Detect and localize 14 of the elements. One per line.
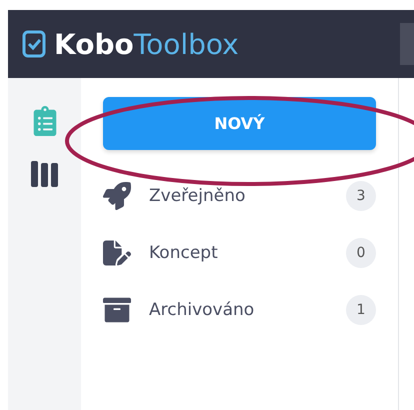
rocket-icon (103, 182, 131, 210)
books-icon (30, 158, 60, 188)
header-panel (400, 23, 414, 65)
count-badge: 0 (346, 238, 376, 268)
archive-icon (103, 296, 131, 324)
nav-item[interactable]: Zveřejněno (149, 186, 346, 206)
nav-item[interactable]: Koncept (149, 243, 346, 263)
nav-item[interactable]: Archivováno (149, 300, 346, 320)
count-badge: 1 (346, 295, 376, 325)
logo-icon (22, 29, 46, 59)
file-pen-icon (103, 239, 131, 267)
count-badge: 3 (346, 181, 376, 211)
logo-text: KoboToolbox (54, 28, 239, 60)
rail-button[interactable] (30, 158, 60, 188)
